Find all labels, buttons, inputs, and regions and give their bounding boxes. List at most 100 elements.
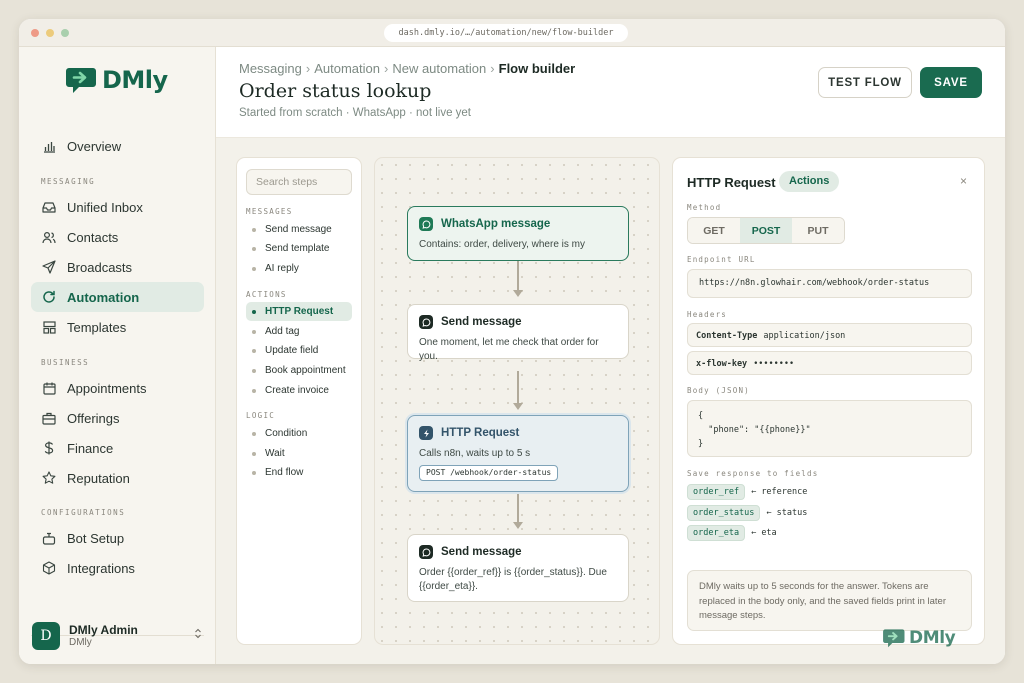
field-chip: order_status xyxy=(687,505,761,521)
breadcrumb-new-automation[interactable]: New automation xyxy=(392,61,486,76)
node-body: One moment, let me check that order for … xyxy=(419,337,599,362)
breadcrumb-messaging[interactable]: Messaging xyxy=(239,61,302,76)
sidebar-item-label: Integrations xyxy=(67,560,135,576)
response-mapping-row[interactable]: order_ref ← reference xyxy=(687,484,807,500)
profile-name: DMly Admin xyxy=(69,623,138,637)
header-key: Content-Type xyxy=(696,330,758,341)
palette-item-wait[interactable]: Wait xyxy=(246,444,352,463)
page-subtitle: Started from scratch · WhatsApp · not li… xyxy=(239,107,471,119)
header-row[interactable]: x-flow-key •••••••• xyxy=(687,351,972,375)
source-key: status xyxy=(776,508,808,518)
chat-bubble-icon xyxy=(419,315,433,329)
palette-item-http-request[interactable]: HTTP Request xyxy=(246,302,352,321)
minimize-window-dot[interactable] xyxy=(46,29,54,37)
sidebar-item-label: Appointments xyxy=(67,380,147,396)
brand-name: DMly xyxy=(102,66,168,94)
bullet xyxy=(252,431,256,436)
bullet xyxy=(252,451,256,456)
sidebar-item-finance[interactable]: Finance xyxy=(31,433,204,463)
cube-icon xyxy=(42,561,56,575)
node-title: Send message xyxy=(419,315,522,329)
sidebar-item-offerings[interactable]: Offerings xyxy=(31,403,204,433)
sidebar-item-label: Finance xyxy=(67,440,114,456)
arrow-left-icon: ← xyxy=(751,487,757,497)
chevron-up-down-icon[interactable] xyxy=(194,628,202,642)
sidebar-item-label: Offerings xyxy=(67,410,120,426)
flow-node-send-message[interactable]: Send message Order {{order_ref}} is {{or… xyxy=(407,534,629,602)
bullet xyxy=(252,368,256,373)
method-get-option[interactable]: GET xyxy=(688,218,740,243)
connector-arrow-icon xyxy=(513,290,523,297)
flow-node-http-request[interactable]: HTTP Request Calls n8n, waits up to 5 s … xyxy=(407,415,629,492)
palette-item-book-appointment[interactable]: Book appointment xyxy=(246,361,352,380)
header-row[interactable]: Content-Type application/json xyxy=(687,323,972,347)
palette-item-condition[interactable]: Condition xyxy=(246,424,352,443)
palette-group-actions: ACTIONS xyxy=(246,290,287,299)
method-put-option[interactable]: PUT xyxy=(792,218,844,243)
bullet xyxy=(252,348,256,353)
palette-item-add-tag[interactable]: Add tag xyxy=(246,322,352,341)
sidebar-item-broadcasts[interactable]: Broadcasts xyxy=(31,252,204,282)
palette-item-label: HTTP Request xyxy=(265,306,334,317)
sidebar-item-label: Bot Setup xyxy=(67,530,125,546)
save-button[interactable]: SAVE xyxy=(920,67,982,98)
page-title[interactable]: Order status lookup xyxy=(239,80,431,102)
sidebar-item-contacts[interactable]: Contacts xyxy=(31,222,204,252)
palette-item-end-flow[interactable]: End flow xyxy=(246,463,352,482)
search-steps-input[interactable]: Search steps xyxy=(246,169,352,195)
response-mapping-row[interactable]: order_status ← status xyxy=(687,505,807,521)
browser-titlebar: dash.dmly.io/…/automation/new/flow-build… xyxy=(19,19,1005,47)
palette-item-label: Book appointment xyxy=(265,365,346,376)
sidebar-item-bot-setup[interactable]: Bot Setup xyxy=(31,523,204,553)
node-body: Order {{order_ref}} is {{order_status}}.… xyxy=(419,567,607,592)
response-mapping-row[interactable]: order_eta ← eta xyxy=(687,525,777,541)
breadcrumb-automation[interactable]: Automation xyxy=(314,61,380,76)
sidebar-item-label: Automation xyxy=(67,289,140,305)
inbox-icon xyxy=(42,200,56,214)
method-post-option[interactable]: POST xyxy=(740,218,792,243)
bullet xyxy=(252,266,256,271)
body-json-editor[interactable]: { "phone": "{{phone}}" } xyxy=(687,400,972,457)
palette-item-create-invoice[interactable]: Create invoice xyxy=(246,381,352,400)
palette-item-update-field[interactable]: Update field xyxy=(246,341,352,360)
node-body: Contains: order, delivery, where is my xyxy=(419,239,585,250)
flow-node-send-message[interactable]: Send message One moment, let me check th… xyxy=(407,304,629,362)
briefcase-icon xyxy=(42,411,56,425)
brand-logo[interactable]: DMly xyxy=(66,65,168,95)
sidebar-item-overview[interactable]: Overview xyxy=(31,131,204,161)
sidebar-item-integrations[interactable]: Integrations xyxy=(31,553,204,583)
bullet xyxy=(252,246,256,251)
maximize-window-dot[interactable] xyxy=(61,29,69,37)
close-window-dot[interactable] xyxy=(31,29,39,37)
section-label-business: BUSINESS xyxy=(41,358,90,367)
field-chip: order_eta xyxy=(687,525,746,541)
node-title-text: WhatsApp message xyxy=(441,218,551,230)
profile-workspace: DMly xyxy=(69,637,92,648)
sidebar-item-automation[interactable]: Automation xyxy=(31,282,204,312)
headers-label: Headers xyxy=(687,310,728,319)
refresh-icon xyxy=(42,290,56,304)
palette-item-send-message[interactable]: Send message xyxy=(246,220,352,239)
flow-canvas[interactable]: WhatsApp message Contains: order, delive… xyxy=(374,157,660,645)
connector-arrow-icon xyxy=(513,403,523,410)
sidebar-item-appointments[interactable]: Appointments xyxy=(31,373,204,403)
bullet xyxy=(252,329,256,334)
palette-item-send-template[interactable]: Send template xyxy=(246,239,352,258)
sidebar-item-label: Overview xyxy=(67,138,122,154)
bullet xyxy=(252,470,256,475)
sidebar-item-templates[interactable]: Templates xyxy=(31,312,204,342)
chat-bubble-icon xyxy=(419,545,433,559)
sidebar-item-unified-inbox[interactable]: Unified Inbox xyxy=(31,192,204,222)
sidebar-item-label: Broadcasts xyxy=(67,259,133,275)
bullet xyxy=(252,309,256,314)
sidebar-item-label: Templates xyxy=(67,319,127,335)
close-icon[interactable]: × xyxy=(960,174,967,188)
section-label-messaging: MESSAGING xyxy=(41,177,96,186)
address-bar[interactable]: dash.dmly.io/…/automation/new/flow-build… xyxy=(384,24,628,42)
flow-node-whatsapp-trigger[interactable]: WhatsApp message Contains: order, delive… xyxy=(407,206,629,261)
palette-item-ai-reply[interactable]: AI reply xyxy=(246,259,352,278)
endpoint-url-input[interactable]: https://n8n.glowhair.com/webhook/order-s… xyxy=(687,269,972,298)
sidebar-item-reputation[interactable]: Reputation xyxy=(31,463,204,493)
test-flow-button[interactable]: TEST FLOW xyxy=(818,67,912,98)
bot-icon xyxy=(42,531,56,545)
